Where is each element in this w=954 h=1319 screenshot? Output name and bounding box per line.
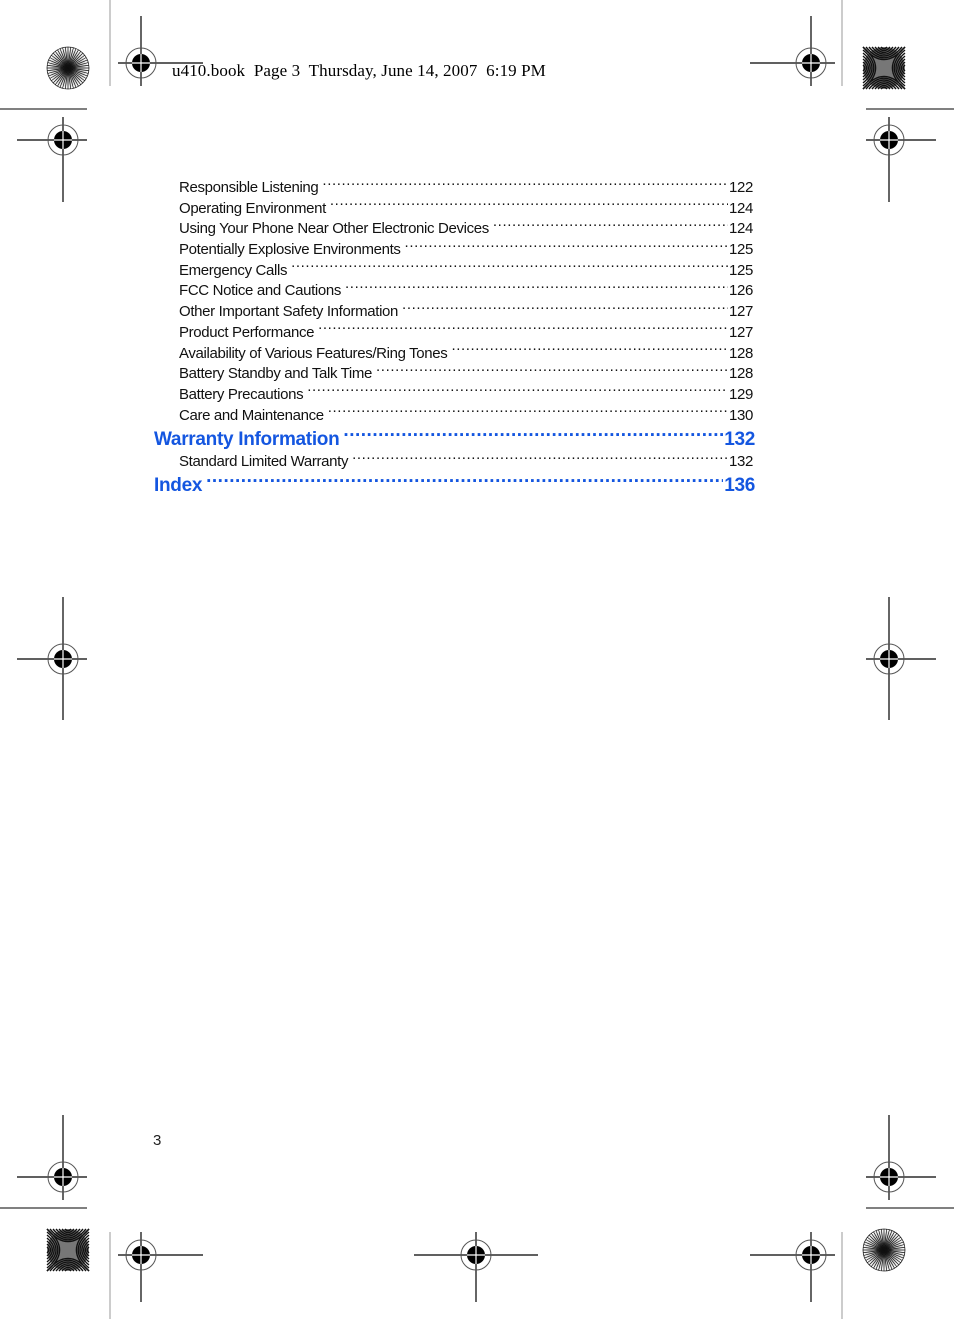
starburst-target-icon [46, 46, 90, 90]
registration-target-icon [17, 597, 87, 720]
toc-entry-title: Care and Maintenance [179, 406, 324, 424]
moire-target-icon [862, 46, 906, 90]
toc-entry[interactable]: Other Important Safety Information 127 [154, 301, 753, 322]
toc-entry-title: Battery Standby and Talk Time [179, 365, 373, 383]
toc-entry-title: Operating Environment [179, 199, 326, 217]
toc-entry-page: 126 [729, 282, 753, 300]
toc-entry-page: 128 [729, 365, 753, 383]
toc-entry-title: Emergency Calls [179, 261, 288, 279]
registration-target-icon [17, 117, 87, 202]
registration-target-icon [17, 1115, 87, 1200]
toc-entry[interactable]: Care and Maintenance 130 [154, 405, 753, 426]
dot-leader [376, 363, 728, 378]
moire-target-icon [46, 1228, 90, 1272]
dot-leader [493, 218, 728, 233]
toc-entry-page: 124 [729, 199, 753, 217]
toc-entry[interactable]: Battery Standby and Talk Time 128 [154, 363, 753, 384]
toc-entry-title: Availability of Various Features/Ring To… [179, 344, 448, 362]
toc-entry-page: 129 [729, 385, 753, 403]
registration-target-icon [414, 1232, 538, 1302]
registration-target-icon [118, 1232, 203, 1302]
toc-chapter-warranty[interactable]: Warranty Information 132 [154, 426, 755, 451]
dot-leader [352, 451, 728, 466]
registration-target-icon [866, 1115, 936, 1200]
toc-entry-page: 127 [729, 323, 753, 341]
dot-leader [206, 472, 723, 491]
toc-entry[interactable]: Using Your Phone Near Other Electronic D… [154, 218, 753, 239]
toc-entry-title: Responsible Listening [179, 179, 319, 196]
toc-entry-page: 132 [729, 453, 753, 471]
registration-target-icon [750, 16, 835, 86]
dot-leader [402, 301, 728, 316]
toc-entry-page: 125 [729, 241, 753, 259]
page-number: 3 [153, 1132, 162, 1149]
dot-leader [343, 426, 723, 445]
toc-entry[interactable]: Standard Limited Warranty 132 [154, 451, 753, 472]
registration-target-icon [866, 117, 936, 202]
toc-chapter-index[interactable]: Index 136 [154, 472, 755, 498]
toc-entry-page: 128 [729, 344, 753, 362]
registration-target-icon [866, 597, 936, 720]
toc-entry[interactable]: Availability of Various Features/Ring To… [154, 343, 753, 364]
toc-entry[interactable]: Potentially Explosive Environments 125 [154, 239, 753, 260]
dot-leader [451, 343, 728, 358]
toc-chapter-title: Index [154, 474, 203, 496]
dot-leader [307, 384, 728, 399]
dot-leader [322, 177, 728, 192]
toc-entry[interactable]: FCC Notice and Cautions 126 [154, 280, 753, 301]
print-slug: u410.book Page 3 Thursday, June 14, 2007… [172, 61, 546, 80]
toc-entry-page: 122 [729, 179, 753, 196]
toc-chapter-title: Warranty Information [154, 429, 340, 451]
toc-chapter-page: 136 [724, 474, 755, 496]
dot-leader [328, 405, 728, 420]
starburst-target-icon [862, 1228, 906, 1272]
toc-entry-title: Standard Limited Warranty [179, 453, 349, 471]
dot-leader [405, 239, 728, 254]
toc-entry-title: Potentially Explosive Environments [179, 241, 401, 259]
toc-entry[interactable]: Responsible Listening 122 [154, 177, 753, 198]
toc-entry[interactable]: Operating Environment 124 [154, 198, 753, 219]
toc-entry-title: Battery Precautions [179, 385, 304, 403]
toc-entry[interactable]: Product Performance 127 [154, 322, 753, 343]
toc-entry-title: Other Important Safety Information [179, 303, 399, 321]
dot-leader [345, 280, 728, 295]
toc-entry-page: 130 [729, 406, 753, 424]
toc-entry-title: FCC Notice and Cautions [179, 282, 342, 300]
dot-leader [318, 322, 728, 337]
registration-target-icon [750, 1232, 835, 1302]
toc-entry[interactable]: Emergency Calls 125 [154, 260, 753, 281]
toc-entry-page: 127 [729, 303, 753, 321]
toc-entry-page: 124 [729, 220, 753, 238]
toc-entry-page: 125 [729, 261, 753, 279]
toc-entry-title: Product Performance [179, 323, 315, 341]
dot-leader [330, 198, 728, 213]
toc-entry-title: Using Your Phone Near Other Electronic D… [179, 220, 489, 238]
dot-leader [291, 260, 728, 275]
table-of-contents: Responsible Listening 122 Operating Envi… [154, 177, 755, 498]
document-page: u410.book Page 3 Thursday, June 14, 2007… [0, 0, 954, 1319]
toc-entry[interactable]: Battery Precautions 129 [154, 384, 753, 405]
toc-chapter-page: 132 [724, 429, 755, 451]
